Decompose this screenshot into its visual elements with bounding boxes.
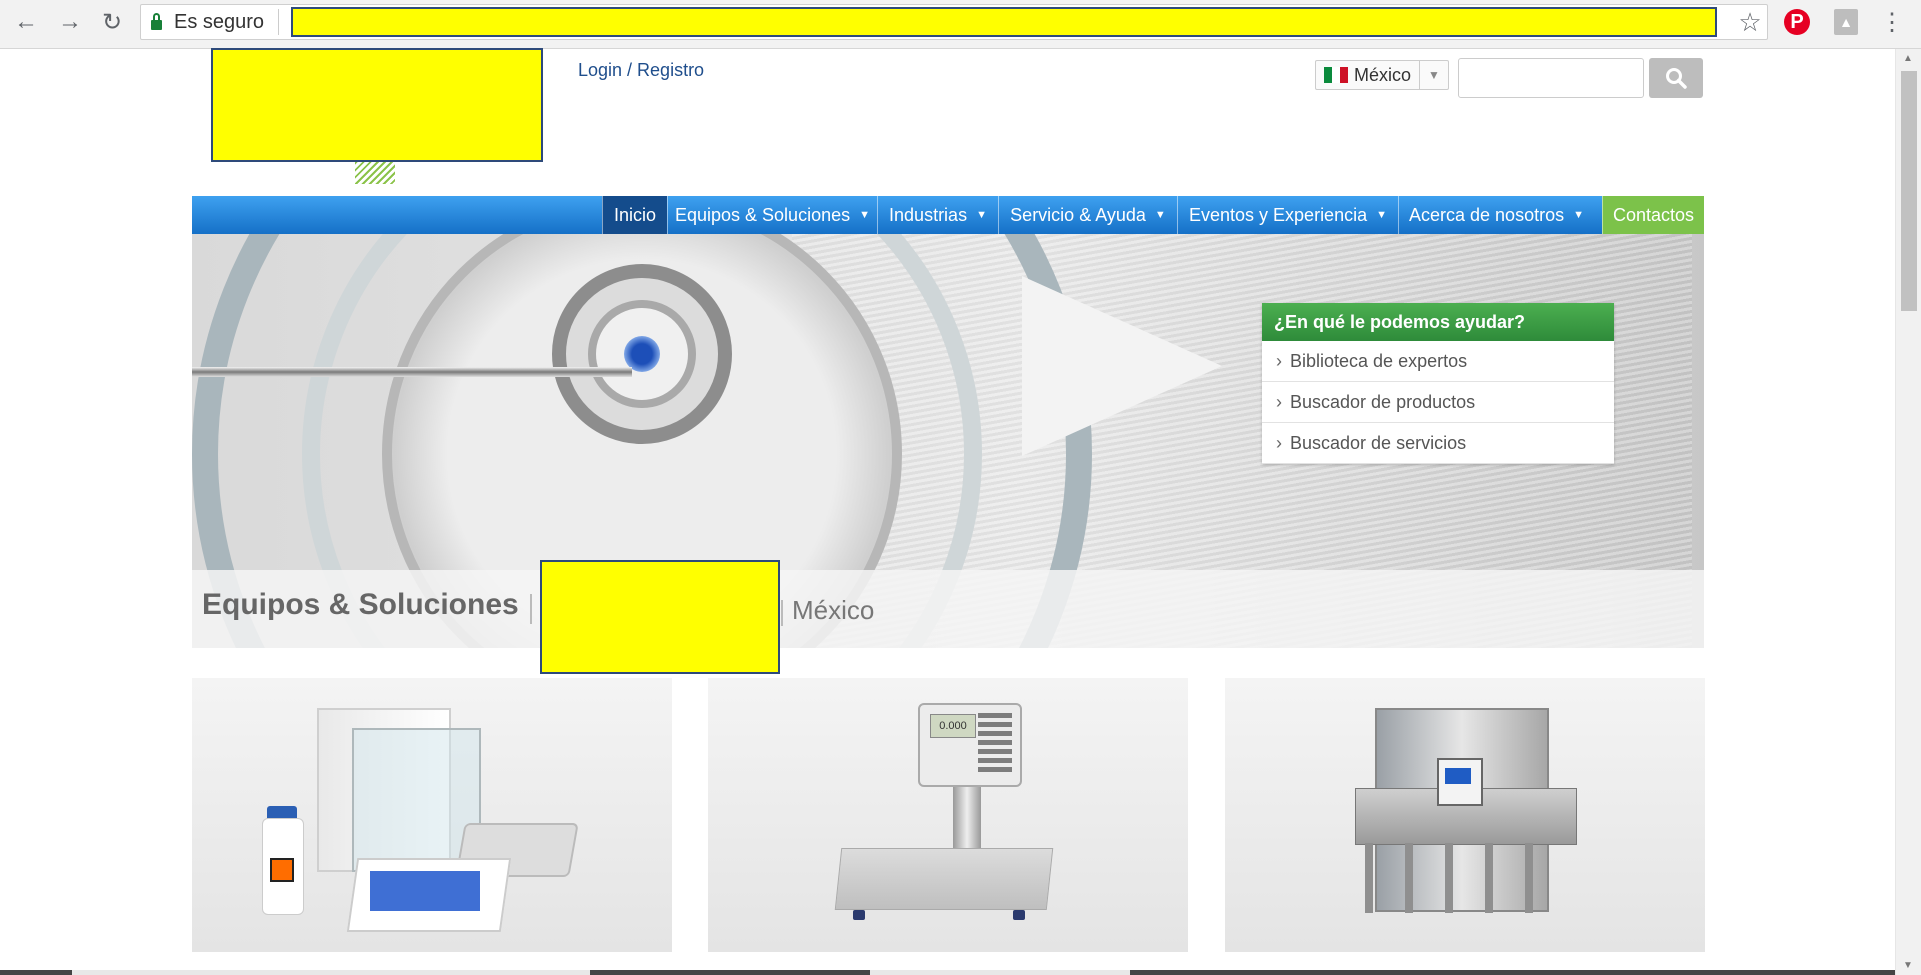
help-link-label: Biblioteca de expertos <box>1290 350 1468 371</box>
nav-item-servicio[interactable]: Servicio & Ayuda ▼ <box>998 196 1177 234</box>
country-label: México <box>1354 64 1412 85</box>
help-title: ¿En qué le podemos ayudar? <box>1262 303 1614 341</box>
hero-needle <box>192 367 632 377</box>
chevron-down-icon: ▼ <box>859 209 870 221</box>
divider <box>278 9 280 35</box>
page-title: Equipos & Soluciones <box>202 588 519 621</box>
mexico-flag-icon <box>1324 67 1348 83</box>
nav-label: Eventos y Experiencia <box>1189 204 1368 225</box>
nav-label: Industrias <box>889 204 968 225</box>
chevron-right-icon: › <box>1276 350 1282 371</box>
chevron-down-icon: ▼ <box>1376 209 1387 221</box>
page-title-country: México <box>792 595 875 625</box>
divider <box>530 594 532 624</box>
security-indicator[interactable]: Es seguro <box>151 5 280 39</box>
brand-redaction <box>540 560 780 674</box>
search-input[interactable] <box>1458 58 1644 98</box>
product-tile-inspection[interactable] <box>1225 678 1705 952</box>
help-link-productos[interactable]: › Buscador de productos <box>1262 382 1614 423</box>
nav-item-acerca[interactable]: Acerca de nosotros ▼ <box>1398 196 1594 234</box>
nav-label: Equipos & Soluciones <box>674 204 851 225</box>
security-label: Es seguro <box>174 10 265 33</box>
back-arrow-icon[interactable]: ← <box>10 6 42 38</box>
pdf-icon[interactable]: ▲ <box>1834 9 1858 35</box>
scrollbar-thumb[interactable] <box>1901 71 1917 311</box>
scale-column <box>953 778 981 858</box>
help-link-label: Buscador de servicios <box>1290 432 1467 453</box>
vertical-scrollbar[interactable]: ▲ ▼ <box>1895 49 1921 975</box>
chevron-down-icon: ▼ <box>1419 61 1448 89</box>
search-icon <box>1666 68 1687 89</box>
help-link-label: Buscador de productos <box>1290 391 1476 412</box>
chevron-down-icon: ▼ <box>1154 209 1166 221</box>
scale-keypad <box>978 713 1012 773</box>
search-button[interactable] <box>1649 58 1703 98</box>
lock-icon <box>151 13 162 30</box>
login-register-link[interactable]: Login / Registro <box>578 60 704 81</box>
pinterest-icon[interactable]: P <box>1784 9 1810 35</box>
product-tile-industrial[interactable]: 0.000 <box>708 678 1188 952</box>
inspection-legs <box>1365 843 1565 913</box>
logo-redaction[interactable] <box>211 48 543 162</box>
help-link-biblioteca[interactable]: › Biblioteca de expertos <box>1262 341 1614 382</box>
nav-item-inicio[interactable]: Inicio <box>602 196 667 234</box>
scale-platform <box>834 848 1054 910</box>
inspection-panel <box>1437 758 1483 806</box>
nav-item-eventos[interactable]: Eventos y Experiencia ▼ <box>1177 196 1398 234</box>
address-bar[interactable]: Es seguro <box>140 4 1768 40</box>
help-box: ¿En qué le podemos ayudar? › Biblioteca d… <box>1262 303 1614 464</box>
main-nav: Inicio Equipos & Soluciones ▼ Industrias ▼… <box>192 196 1704 234</box>
inspection-screen <box>1445 768 1471 784</box>
reload-icon[interactable]: ↻ <box>96 6 128 38</box>
forward-arrow-icon[interactable]: → <box>54 6 86 38</box>
nav-label: Inicio <box>613 204 657 225</box>
scroll-up-icon[interactable]: ▲ <box>1903 53 1913 64</box>
logo-stripes <box>355 162 395 184</box>
star-icon[interactable]: ☆ <box>1735 6 1765 38</box>
nav-label: Acerca de nosotros <box>1409 204 1565 225</box>
country-selector[interactable]: México ▼ <box>1315 60 1449 90</box>
kebab-menu-icon[interactable]: ⋮ <box>1880 6 1904 38</box>
divider <box>781 600 783 626</box>
nav-label: Contactos <box>1612 204 1695 225</box>
browser-toolbar: ← → ↻ Es seguro ☆ P ▲ ⋮ <box>0 0 1921 49</box>
chevron-right-icon: › <box>1276 391 1282 412</box>
nav-item-industrias[interactable]: Industrias ▼ <box>877 196 998 234</box>
nav-item-equipos[interactable]: Equipos & Soluciones ▼ <box>667 196 877 234</box>
page-bottom-edge <box>0 970 1895 975</box>
nav-item-contactos[interactable]: Contactos <box>1602 196 1704 234</box>
hero-cone <box>1022 276 1222 456</box>
chevron-down-icon: ▼ <box>1573 209 1584 221</box>
balance-screen <box>370 871 480 911</box>
scale-foot <box>853 910 865 920</box>
scroll-down-icon[interactable]: ▼ <box>1903 960 1913 971</box>
hazard-icon <box>270 858 294 882</box>
nav-label: Servicio & Ayuda <box>1010 204 1146 225</box>
product-tile-laboratory[interactable] <box>192 678 672 952</box>
scale-display: 0.000 <box>930 714 976 738</box>
chevron-right-icon: › <box>1276 432 1282 453</box>
help-link-servicios[interactable]: › Buscador de servicios <box>1262 423 1614 464</box>
chevron-down-icon: ▼ <box>976 209 987 221</box>
scale-foot <box>1013 910 1025 920</box>
url-redaction[interactable] <box>291 7 1717 37</box>
